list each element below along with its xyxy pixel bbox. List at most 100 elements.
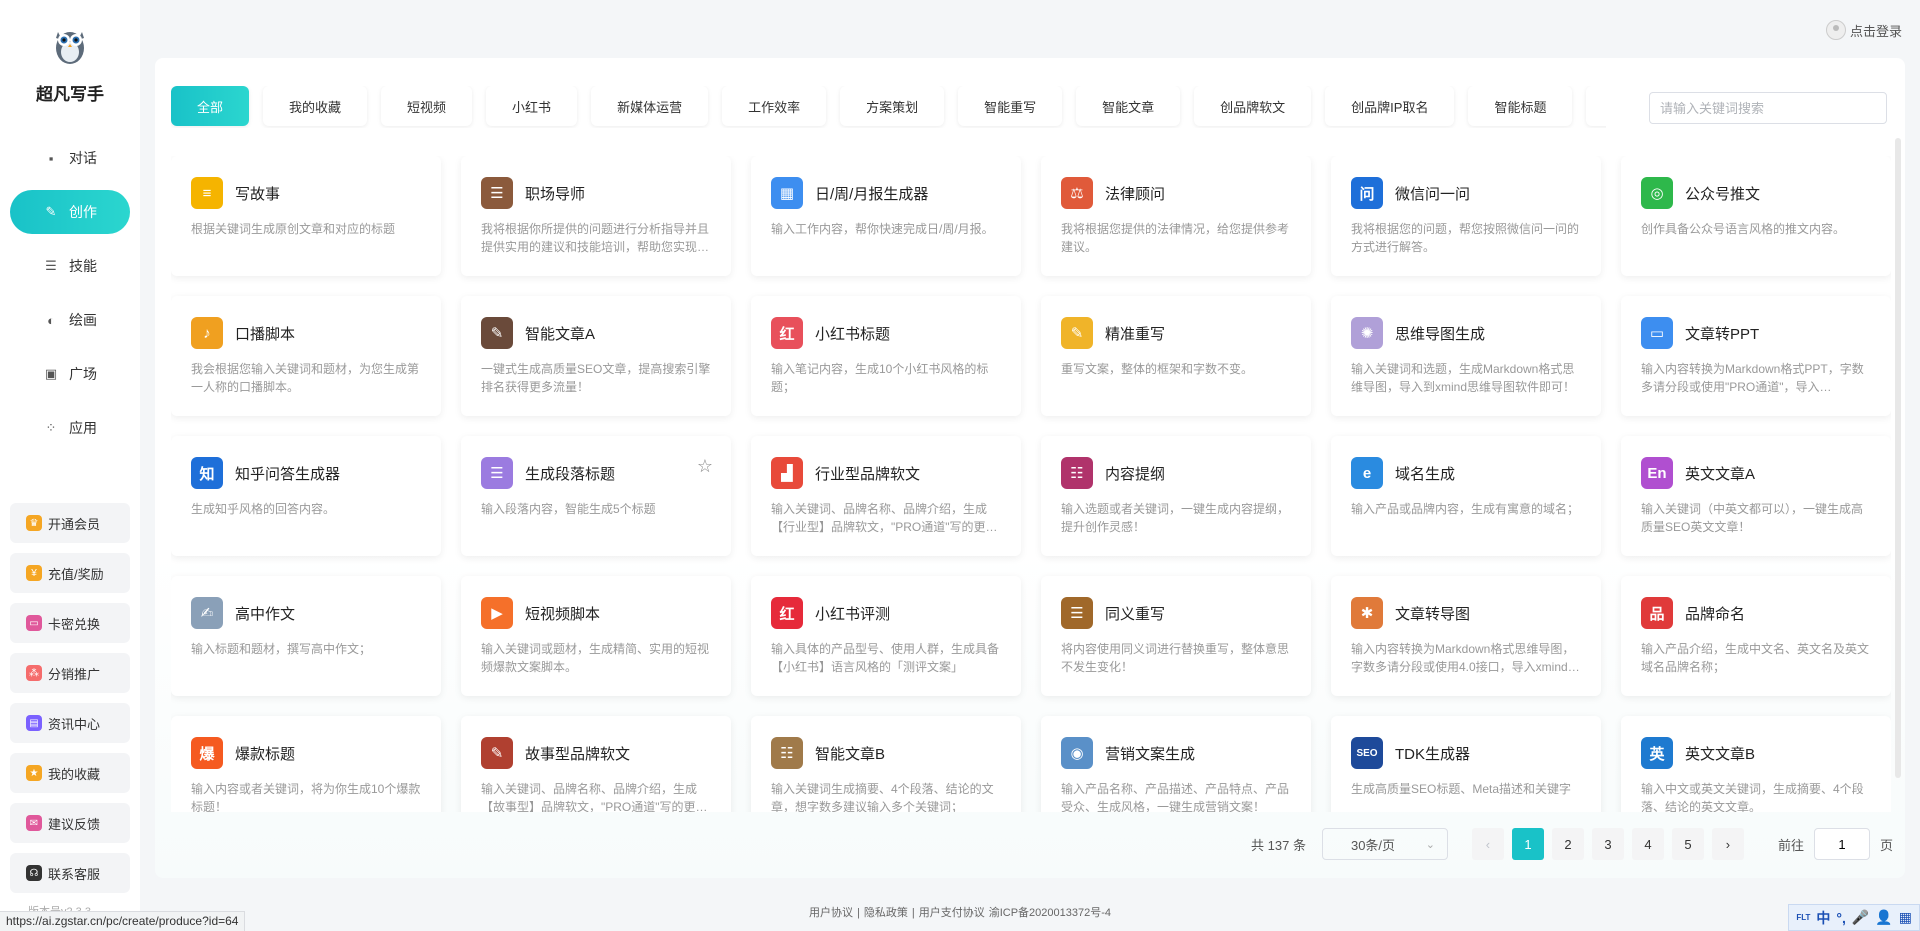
next-page-button[interactable]: › xyxy=(1711,828,1744,860)
tool-item-3[interactable]: ⁂ 分销推广 xyxy=(10,653,130,693)
app-card[interactable]: 知知乎问答生成器 生成知乎风格的回答内容。 xyxy=(171,436,441,556)
login-button[interactable]: 点击登录 xyxy=(1825,20,1902,40)
category-tab[interactable]: 我的收藏 xyxy=(263,86,368,126)
card-description: 输入产品或品牌内容，生成有寓意的域名； xyxy=(1351,502,1580,516)
category-tab[interactable]: 方案策划 xyxy=(840,86,945,126)
nav-item-0[interactable]: ▪ 对话 xyxy=(10,136,130,180)
tool-item-6[interactable]: ✉ 建议反馈 xyxy=(10,803,130,843)
footer-link[interactable]: 用户支付协议 xyxy=(919,907,985,919)
ime-menu-icon[interactable]: ▦ xyxy=(1899,909,1912,926)
app-card[interactable]: ✎ 智能文章A 一键式生成高质量SEO文章，提高搜索引擎排名获得更多流量！ xyxy=(461,296,731,416)
nav-item-5[interactable]: ⁘ 应用 xyxy=(10,406,130,450)
app-card[interactable]: ▶ 短视频脚本 输入关键词或题材，生成精简、实用的短视频爆款文案脚本。 xyxy=(461,576,731,696)
app-card[interactable]: ☷ 内容提纲 输入选题或者关键词，一键生成内容提纲，提升创作灵感！ xyxy=(1041,436,1311,556)
nav-item-4[interactable]: ▣ 广场 xyxy=(10,352,130,396)
card-header: ▶ 短视频脚本 xyxy=(481,596,711,630)
footer-link[interactable]: 渝ICP备2020013372号-4 xyxy=(989,907,1111,919)
scrollbar[interactable] xyxy=(1895,138,1901,778)
category-tab[interactable]: 智能重写 xyxy=(958,86,1063,126)
app-card[interactable]: ♪ 口播脚本 我会根据您输入关键词和题材，为您生成第一人称的口播脚本。 xyxy=(171,296,441,416)
category-tab[interactable]: 智能标题 xyxy=(1468,86,1573,126)
app-card[interactable]: ⚖ 法律顾问 我将根据您提供的法律情况，给您提供参考建议。 xyxy=(1041,156,1311,276)
card-header: ▟ 行业型品牌软文 xyxy=(771,456,1001,490)
app-card[interactable]: ☰ 职场导师 我将根据你所提供的问题进行分析指导并且提供实用的建议和技能培训，帮助您… xyxy=(461,156,731,276)
card-header: 爆爆款标题 xyxy=(191,736,421,770)
page-number-button[interactable]: 3 xyxy=(1591,828,1624,860)
tool-item-4[interactable]: ▤ 资讯中心 xyxy=(10,703,130,743)
app-card[interactable]: ◉ 营销文案生成 输入产品名称、产品描述、产品特点、产品受众、生成风格，一键生成营销… xyxy=(1041,716,1311,812)
app-card[interactable]: 爆爆款标题 输入内容或者关键词，将为你生成10个爆款标题！ xyxy=(171,716,441,812)
prev-page-button[interactable]: ‹ xyxy=(1471,828,1504,860)
apps-icon: ⁘ xyxy=(45,420,57,435)
ime-logo-icon[interactable]: FLT xyxy=(1796,913,1810,922)
category-tab[interactable]: 创品牌IP取名 xyxy=(1325,86,1455,126)
ime-user-icon[interactable]: 👤 xyxy=(1875,909,1892,926)
app-card[interactable]: ◎ 公众号推文 创作具备公众号语言风格的推文内容。 xyxy=(1621,156,1891,276)
xiaohongshu-icon: 红 xyxy=(771,317,803,349)
app-card[interactable]: SEO TDK生成器 生成高质量SEO标题、Meta描述和关键字 xyxy=(1331,716,1601,812)
app-card[interactable]: ≡ 写故事 根据关键词生成原创文章和对应的标题 xyxy=(171,156,441,276)
footer-link[interactable]: 用户协议 xyxy=(809,907,853,919)
card-header: ✎ 精准重写 xyxy=(1061,316,1291,350)
app-card[interactable]: ✎ 故事型品牌软文 输入关键词、品牌名称、品牌介绍，生成【故事型】品牌软文，"PRO… xyxy=(461,716,731,812)
goto-page-input[interactable] xyxy=(1813,828,1870,860)
category-tab[interactable]: 全部 xyxy=(171,86,250,126)
app-card[interactable]: ▦ 日/周/月报生成器 输入工作内容，帮你快速完成日/周/月报。 xyxy=(751,156,1021,276)
page-number-button[interactable]: 4 xyxy=(1631,828,1664,860)
app-card[interactable]: ☰ 生成段落标题 输入段落内容，智能生成5个标题 ☆ xyxy=(461,436,731,556)
tool-item-0[interactable]: ♛ 开通会员 xyxy=(10,503,130,543)
app-card[interactable]: 问微信问一问 我将根据您的问题，帮您按照微信问一问的方式进行解答。 xyxy=(1331,156,1601,276)
ime-punctuation-icon[interactable]: °, xyxy=(1836,910,1846,926)
tool-item-1[interactable]: ¥ 充值/奖励 xyxy=(10,553,130,593)
nav-item-3[interactable]: ◐ 绘画 xyxy=(10,298,130,342)
login-label: 点击登录 xyxy=(1849,23,1902,39)
nav-item-1[interactable]: ✎ 创作 xyxy=(10,190,130,234)
category-tab[interactable]: 小红书 xyxy=(486,86,578,126)
card-title: 微信问一问 xyxy=(1395,185,1471,203)
app-card[interactable]: 红小红书标题 输入笔记内容，生成10个小红书风格的标题； xyxy=(751,296,1021,416)
card-header: ☰ 生成段落标题 xyxy=(481,456,711,490)
app-card[interactable]: e 域名生成 输入产品或品牌内容，生成有寓意的域名； xyxy=(1331,436,1601,556)
category-tabs: 全部 我的收藏 短视频 小红书 新媒体运营 工作效率 方案策划 智能重写 智能文章 创品牌软文 创品… xyxy=(171,86,1606,128)
category-tab[interactable]: 短视频 xyxy=(381,86,473,126)
app-card[interactable]: En 英文文章A 输入关键词（中英文都可以），一键生成高质量SEO英文文章！ xyxy=(1621,436,1891,556)
page-number-button[interactable]: 5 xyxy=(1671,828,1704,860)
app-card[interactable]: ✺ 思维导图生成 输入关键词和选题，生成Markdown格式思维导图，导入到xmin… xyxy=(1331,296,1601,416)
card-description: 输入关键词、品牌名称、品牌介绍，生成【行业型】品牌软文，"PRO通道"写的更好。 xyxy=(771,502,988,534)
app-card[interactable]: ☰ 同义重写 将内容使用同义词进行替换重写，整体意思不发生变化！ xyxy=(1041,576,1311,696)
ime-microphone-icon[interactable]: 🎤 xyxy=(1852,909,1869,926)
favorite-star-icon[interactable]: ☆ xyxy=(697,456,713,477)
app-card[interactable]: ▟ 行业型品牌软文 输入关键词、品牌名称、品牌介绍，生成【行业型】品牌软文，"PRO… xyxy=(751,436,1021,556)
nav-item-2[interactable]: ☰ 技能 xyxy=(10,244,130,288)
footer: 用户协议 | 隐私政策 | 用户支付协议 渝ICP备2020013372号-4 xyxy=(0,904,1920,920)
category-tab[interactable]: 营销 xyxy=(1586,86,1606,126)
ime-chinese-mode[interactable]: 中 xyxy=(1816,908,1830,928)
app-card[interactable]: 品品牌命名 输入产品介绍，生成中文名、英文名及英文域名品牌名称； xyxy=(1621,576,1891,696)
app-card[interactable]: 红小红书评测 输入具体的产品型号、使用人群，生成具备【小红书】语言风格的「测评文案… xyxy=(751,576,1021,696)
app-card[interactable]: ✱ 文章转导图 输入内容转换为Markdown格式思维导图，字数多请分段或使用4.0… xyxy=(1331,576,1601,696)
app-card[interactable]: ▭ 文章转PPT 输入内容转换为Markdown格式PPT，字数多请分段或使用"PR… xyxy=(1621,296,1891,416)
tool-item-2[interactable]: ▭ 卡密兑换 xyxy=(10,603,130,643)
page-number-button[interactable]: 1 xyxy=(1511,828,1544,860)
tool-item-label: 建议反馈 xyxy=(48,816,101,832)
tool-item-7[interactable]: ☊ 联系客服 xyxy=(10,853,130,893)
gavel-icon: ⚖ xyxy=(1061,177,1093,209)
card-header: ☰ 职场导师 xyxy=(481,176,711,210)
app-card[interactable]: ✍ 高中作文 输入标题和题材，撰写高中作文； xyxy=(171,576,441,696)
card-title: 职场导师 xyxy=(525,185,586,203)
category-tab[interactable]: 工作效率 xyxy=(722,86,827,126)
feedback-icon: ✉ xyxy=(26,815,42,831)
microphone-icon: ♪ xyxy=(191,317,223,349)
app-card[interactable]: 英英文文章B 输入中文或英文关键词，生成摘要、4个段落、结论的英文文章。 xyxy=(1621,716,1891,812)
search-input[interactable] xyxy=(1649,92,1887,124)
category-tab[interactable]: 创品牌软文 xyxy=(1194,86,1312,126)
app-card[interactable]: ✎ 精准重写 重写文案，整体的框架和字数不变。 xyxy=(1041,296,1311,416)
tool-item-5[interactable]: ★ 我的收藏 xyxy=(10,753,130,793)
page-number-button[interactable]: 2 xyxy=(1551,828,1584,860)
app-card[interactable]: ☷ 智能文章B 输入关键词生成摘要、4个段落、结论的文章，想字数多建议输入多个关键词… xyxy=(751,716,1021,812)
category-tab[interactable]: 智能文章 xyxy=(1076,86,1181,126)
page-size-select[interactable]: 30条/页 ⌄ xyxy=(1321,828,1448,860)
category-tab[interactable]: 新媒体运营 xyxy=(591,86,709,126)
footer-link[interactable]: 隐私政策 xyxy=(864,907,908,919)
card-title: 公众号推文 xyxy=(1685,185,1761,203)
